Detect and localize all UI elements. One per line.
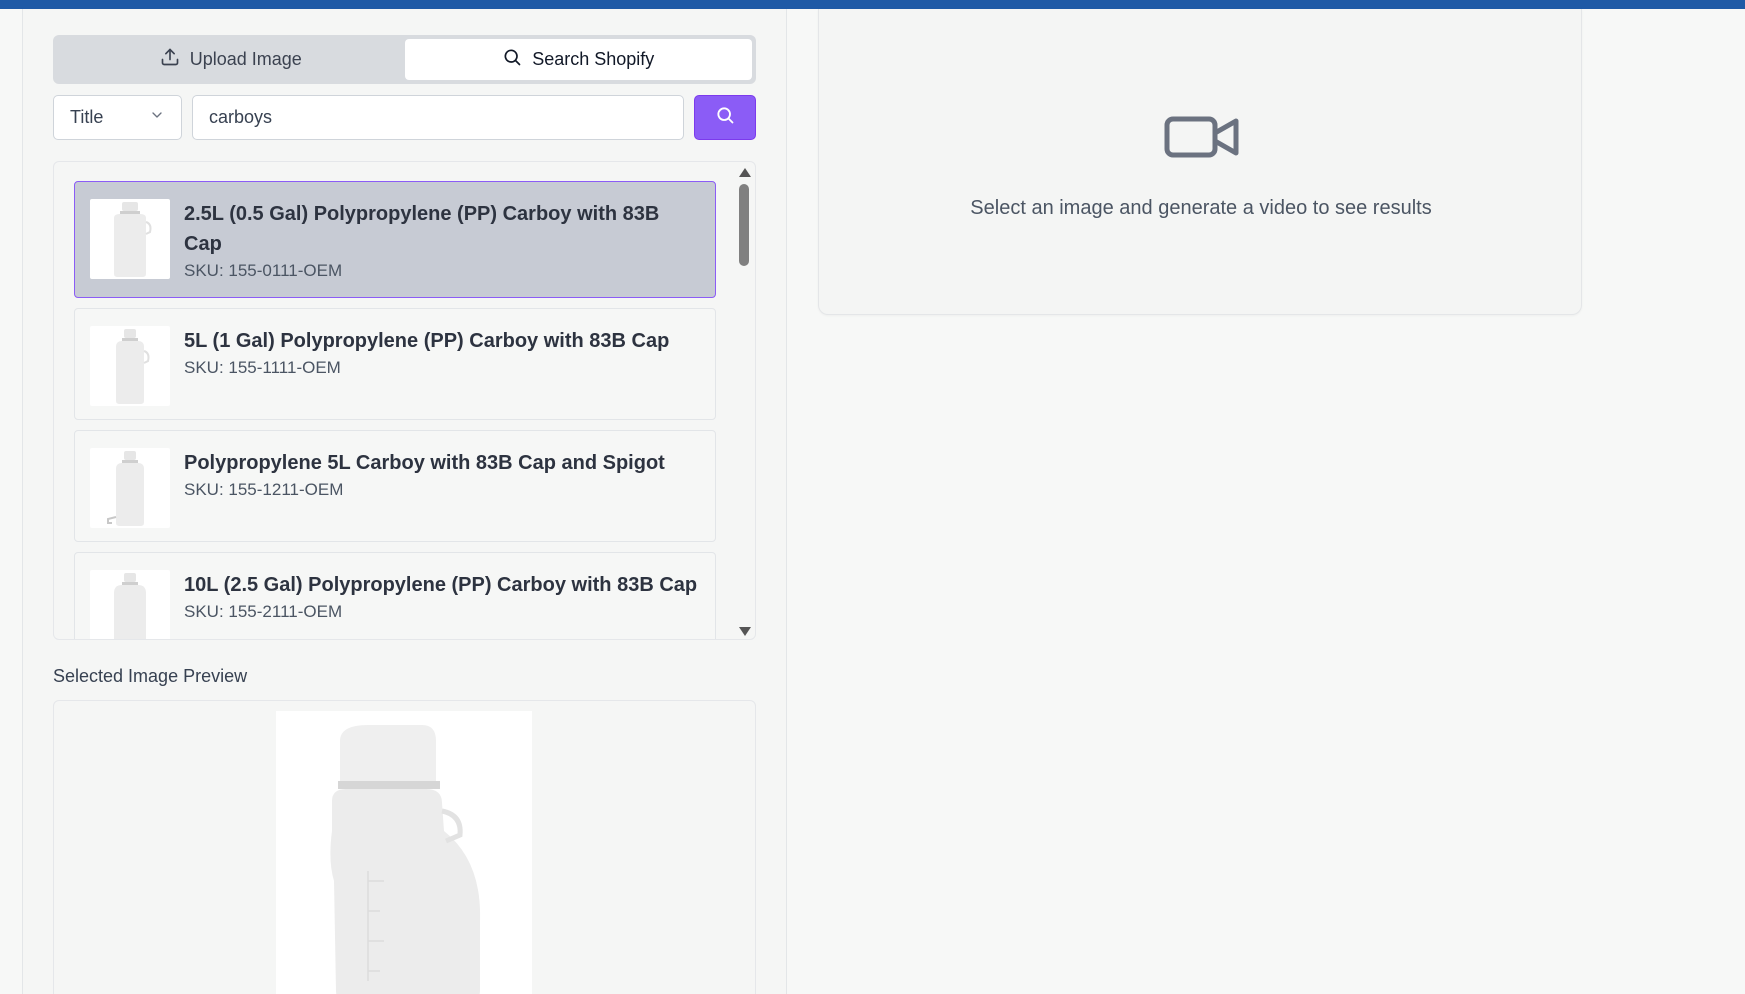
- tab-upload-image[interactable]: Upload Image: [57, 39, 405, 80]
- search-button[interactable]: [694, 95, 756, 140]
- product-thumbnail: [90, 199, 170, 279]
- video-output-card: Select an image and generate a video to …: [818, 9, 1582, 315]
- selected-product-image: [276, 711, 532, 994]
- item-sku: SKU: 155-0111-OEM: [184, 261, 343, 280]
- preview-label: Selected Image Preview: [53, 666, 248, 686]
- search-field-select-value: Title: [70, 107, 104, 127]
- item-sku: SKU: 155-1111-OEM: [184, 358, 341, 377]
- item-title: 2.5L (0.5 Gal) Polypropylene (PP) Carboy…: [184, 203, 660, 255]
- search-input[interactable]: [192, 95, 684, 140]
- results-scrollbar[interactable]: [735, 162, 755, 639]
- upload-icon: [160, 47, 180, 72]
- item-title: 10L (2.5 Gal) Polypropylene (PP) Carboy …: [184, 574, 698, 596]
- product-thumbnail: [90, 570, 170, 639]
- product-thumbnail: [90, 326, 170, 406]
- product-thumbnail: [90, 448, 170, 528]
- tab-search-label: Search Shopify: [532, 49, 655, 69]
- search-icon: [502, 47, 522, 72]
- item-sku: SKU: 155-1211-OEM: [184, 480, 344, 499]
- results-list[interactable]: 2.5L (0.5 Gal) Polypropylene (PP) Carboy…: [53, 161, 756, 640]
- tab-upload-label: Upload Image: [189, 49, 302, 69]
- video-camera-icon: [1162, 107, 1242, 167]
- video-placeholder-text: Select an image and generate a video to …: [970, 197, 1432, 219]
- scroll-down-arrow-icon[interactable]: [739, 627, 751, 636]
- tab-search-shopify[interactable]: Search Shopify: [404, 39, 752, 80]
- search-icon: [715, 105, 735, 130]
- top-bar: [0, 0, 1745, 9]
- list-item[interactable]: Polypropylene 5L Carboy with 83B Cap and…: [74, 430, 716, 542]
- source-tabs: Upload Image Search Shopify: [53, 35, 756, 84]
- search-field-select[interactable]: Title: [53, 95, 182, 140]
- list-item[interactable]: 5L (1 Gal) Polypropylene (PP) Carboy wit…: [74, 308, 716, 420]
- scroll-thumb[interactable]: [739, 184, 749, 266]
- item-title: Polypropylene 5L Carboy with 83B Cap and…: [184, 452, 665, 474]
- list-item[interactable]: 10L (2.5 Gal) Polypropylene (PP) Carboy …: [74, 552, 716, 639]
- scroll-up-arrow-icon[interactable]: [739, 168, 751, 177]
- chevron-down-icon: [149, 107, 165, 128]
- list-item[interactable]: 2.5L (0.5 Gal) Polypropylene (PP) Carboy…: [74, 181, 716, 298]
- item-title: 5L (1 Gal) Polypropylene (PP) Carboy wit…: [184, 330, 670, 352]
- item-sku: SKU: 155-2111-OEM: [184, 602, 343, 621]
- preview-box: [53, 700, 756, 994]
